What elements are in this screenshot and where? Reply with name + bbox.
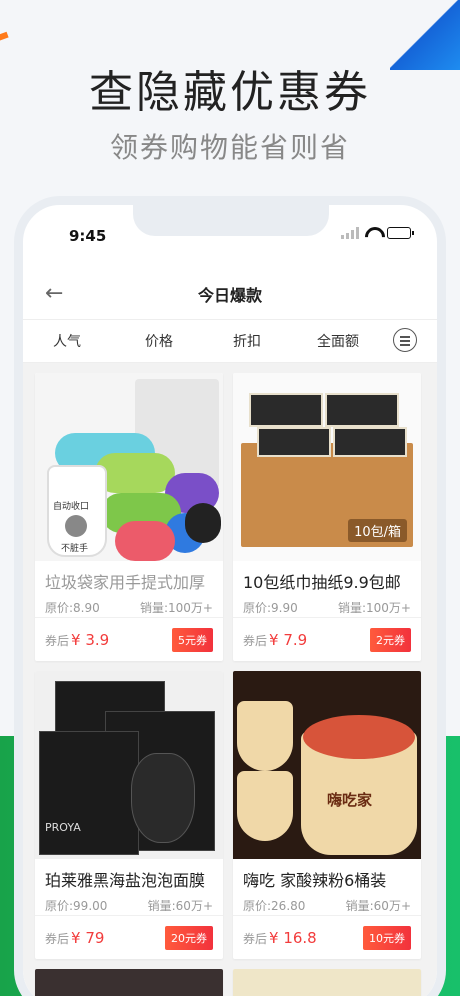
coupon-price: ¥ 16.8 — [269, 929, 317, 947]
product-grid: 自动收口 不脏手 垃圾袋家用手提式加厚 原价:8.90 销量:100万+ 券后 ¥… — [23, 363, 437, 996]
sales-count: 销量:60万+ — [147, 899, 213, 913]
tissue-pack — [325, 393, 399, 427]
sort-discount[interactable]: 折扣 — [233, 331, 261, 351]
product-card[interactable]: 嗨吃家 嗨吃 家酸辣粉6桶装 原价:26.80 销量:60万+ 券后 ¥ 16.8… — [233, 671, 421, 959]
image-label: PROYA — [45, 821, 81, 834]
sort-price[interactable]: 价格 — [145, 331, 173, 351]
logo-circle — [65, 515, 87, 537]
roll-shape — [115, 521, 175, 561]
coupon-badge[interactable]: 5元券 — [172, 627, 213, 652]
status-time: 9:45 — [69, 227, 107, 245]
tissue-pack — [333, 427, 407, 457]
product-image: PROYA — [35, 671, 223, 859]
after-coupon-label: 券后 — [45, 634, 70, 648]
noodle-top — [303, 715, 415, 759]
battery-icon — [387, 227, 414, 239]
wifi-icon — [365, 227, 381, 239]
product-meta: 原价:9.90 销量:100万+ — [233, 599, 421, 616]
coupon-price: ¥ 7.9 — [269, 631, 308, 649]
tissue-pack — [257, 427, 331, 457]
sales-count: 销量:100万+ — [139, 601, 213, 615]
status-icons — [341, 227, 414, 239]
product-title: 嗨吃 家酸辣粉6桶装 — [243, 871, 387, 890]
coupon-price: ¥ 79 — [71, 929, 105, 947]
product-title: 垃圾袋家用手提式加厚 — [45, 573, 206, 592]
coupon-price: ¥ 3.9 — [71, 631, 110, 649]
phone-frame: 9:45 ← 今日爆款 人气 价格 折扣 全面额 自动收口 不脏手 垃圾袋家用手… — [14, 196, 446, 996]
product-card[interactable]: PROYA 珀莱雅黑海盐泡泡面膜 原价:99.00 销量:60万+ 券后 ¥ 79… — [35, 671, 223, 959]
product-title: 10包纸巾抽纸9.9包邮 — [243, 573, 401, 592]
product-card[interactable] — [233, 969, 421, 996]
product-image: 嗨吃家 — [233, 671, 421, 859]
sales-count: 销量:60万+ — [345, 899, 411, 913]
coupon-badge[interactable]: 10元券 — [363, 925, 411, 950]
product-image — [35, 969, 223, 996]
promo-subtitle: 领券购物能省则省 — [109, 131, 350, 164]
product-meta: 原价:8.90 销量:100万+ — [35, 599, 223, 616]
bin-shape: 自动收口 不脏手 — [47, 465, 107, 557]
original-price: 原价:26.80 — [243, 899, 306, 913]
phone-notch — [133, 205, 329, 236]
sort-all-denominations[interactable]: 全面额 — [317, 331, 359, 351]
cup-shape — [237, 701, 293, 771]
image-label: 不脏手 — [61, 544, 89, 554]
original-price: 原价:8.90 — [45, 601, 100, 615]
roll-shape — [95, 453, 175, 493]
card-footer: 券后 ¥ 7.9 2元券 — [233, 617, 421, 661]
image-label: 嗨吃家 — [327, 791, 373, 809]
roll-shape — [185, 503, 221, 543]
face-mask-shape — [131, 753, 195, 843]
card-footer: 券后 ¥ 79 20元券 — [35, 915, 223, 959]
sort-popularity[interactable]: 人气 — [53, 331, 81, 351]
original-price: 原价:99.00 — [45, 899, 108, 913]
navigation-bar: ← 今日爆款 — [23, 269, 437, 319]
page-title: 今日爆款 — [197, 286, 262, 305]
promo-title: 查隐藏优惠券 — [89, 67, 371, 118]
product-card[interactable]: 10包/箱 10包纸巾抽纸9.9包邮 原价:9.90 销量:100万+ 券后 ¥ … — [233, 373, 421, 661]
filter-list-icon[interactable] — [393, 328, 417, 352]
after-coupon-label: 券后 — [243, 932, 268, 946]
sales-count: 销量:100万+ — [337, 601, 411, 615]
signal-icon — [341, 227, 359, 239]
image-label: 10包/箱 — [348, 519, 407, 542]
tissue-pack — [249, 393, 323, 427]
product-meta: 原价:26.80 销量:60万+ — [233, 897, 421, 914]
cup-shape — [237, 771, 293, 841]
product-card[interactable] — [35, 969, 223, 996]
product-card[interactable]: 自动收口 不脏手 垃圾袋家用手提式加厚 原价:8.90 销量:100万+ 券后 ¥… — [35, 373, 223, 661]
mask-pack — [39, 731, 139, 855]
card-footer: 券后 ¥ 3.9 5元券 — [35, 617, 223, 661]
product-title: 珀莱雅黑海盐泡泡面膜 — [45, 871, 206, 890]
image-label: 自动收口 — [53, 502, 90, 512]
sort-bar: 人气 价格 折扣 全面额 — [23, 319, 437, 363]
product-image: 10包/箱 — [233, 373, 421, 561]
after-coupon-label: 券后 — [243, 634, 268, 648]
product-image — [233, 969, 421, 996]
product-image: 自动收口 不脏手 — [35, 373, 223, 561]
coupon-badge[interactable]: 20元券 — [165, 925, 213, 950]
original-price: 原价:9.90 — [243, 601, 298, 615]
after-coupon-label: 券后 — [45, 932, 70, 946]
coupon-badge[interactable]: 2元券 — [370, 627, 411, 652]
product-meta: 原价:99.00 销量:60万+ — [35, 897, 223, 914]
card-footer: 券后 ¥ 16.8 10元券 — [233, 915, 421, 959]
